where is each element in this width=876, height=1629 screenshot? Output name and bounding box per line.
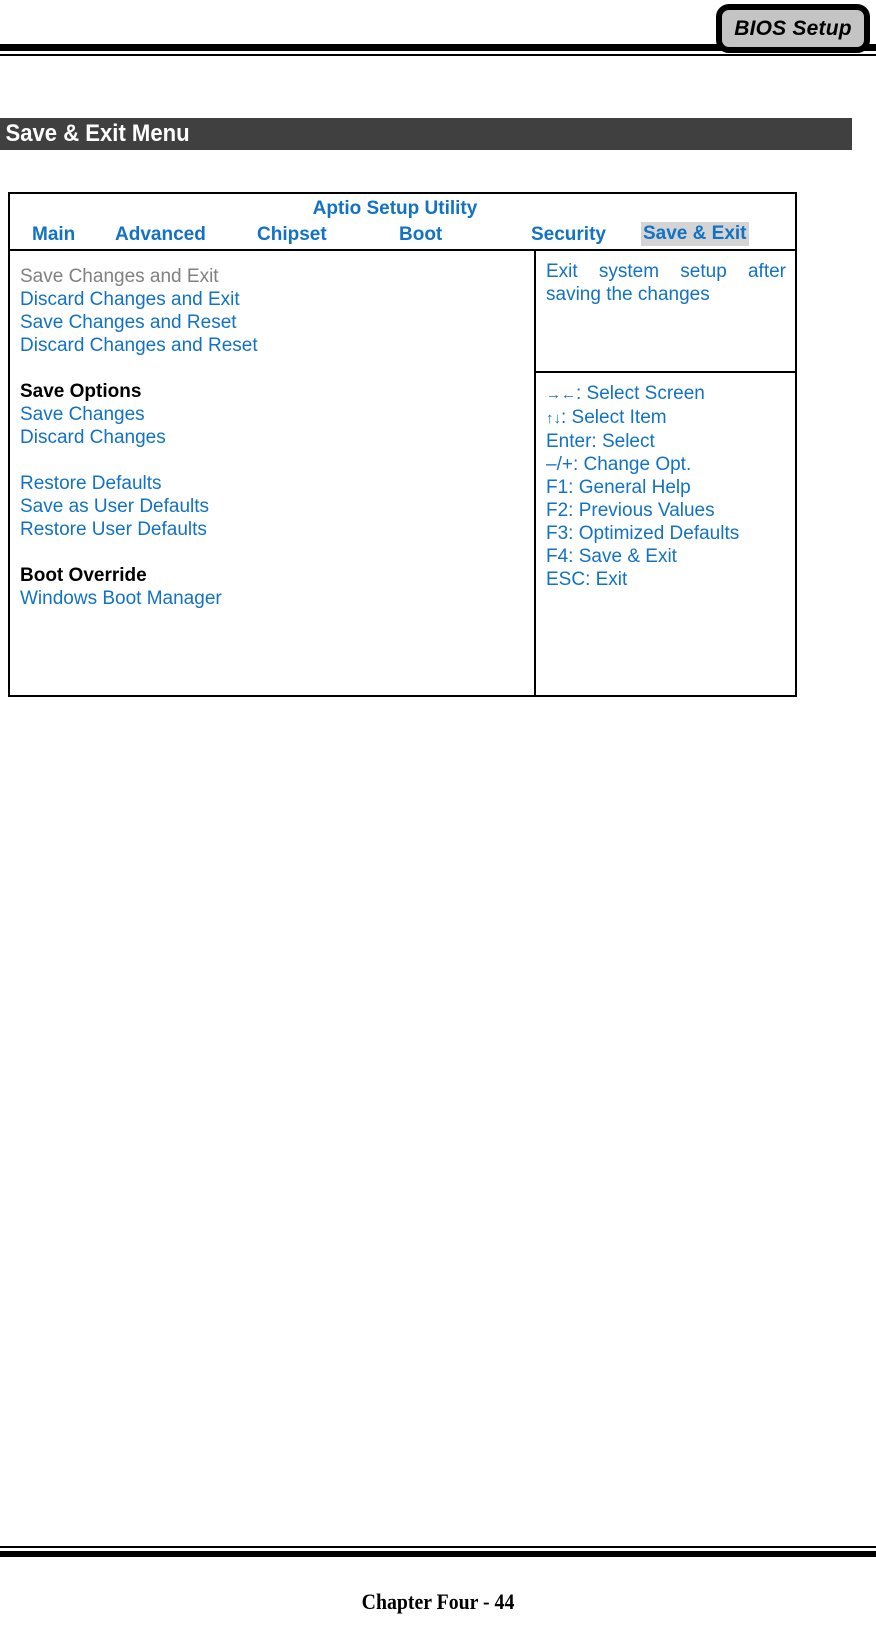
key-legend-line-select-screen: →←: Select Screen xyxy=(546,382,786,406)
menu-spacer xyxy=(20,541,534,564)
menu-item-discard-changes[interactable]: Discard Changes xyxy=(20,426,534,449)
key-legend-text: F1: General Help xyxy=(546,477,691,498)
bios-info-panel: Exit system setup after saving the chang… xyxy=(536,251,795,695)
bios-menu-panel: Save Changes and Exit Discard Changes and… xyxy=(10,251,536,695)
bios-tab-bar: Main Advanced Chipset Boot Security Save & Ex… xyxy=(10,221,795,249)
key-glyph-icon: ↑↓ xyxy=(546,410,561,427)
menu-item-windows-boot-manager[interactable]: Windows Boot Manager xyxy=(20,587,534,610)
key-legend-text: ESC: Exit xyxy=(546,569,628,590)
key-legend-line-change-opt: –/+: Change Opt. xyxy=(546,453,786,476)
key-legend-text: : Select Item xyxy=(561,407,667,428)
bios-key-legend: →←: Select Screen ↑↓: Select Item Enter: S… xyxy=(536,373,795,695)
bios-screen: Aptio Setup Utility Main Advanced Chipset B… xyxy=(8,192,797,697)
menu-group-save-options: Save Options xyxy=(20,381,142,402)
menu-item-save-changes-and-exit[interactable]: Save Changes and Exit xyxy=(20,265,534,288)
menu-item-discard-changes-and-reset[interactable]: Discard Changes and Reset xyxy=(20,334,534,357)
menu-item-restore-defaults[interactable]: Restore Defaults xyxy=(20,472,534,495)
bios-help-box: Exit system setup after saving the chang… xyxy=(536,251,795,373)
menu-spacer xyxy=(20,357,534,380)
key-legend-text: Enter: Select xyxy=(546,431,655,452)
footer-rule-thick xyxy=(0,1551,876,1557)
menu-item-save-changes-and-reset[interactable]: Save Changes and Reset xyxy=(20,311,534,334)
bios-screen-body: Save Changes and Exit Discard Changes and… xyxy=(10,251,795,695)
page-title: Save & Exit Menu xyxy=(5,120,190,147)
key-legend-line-esc-exit: ESC: Exit xyxy=(546,568,786,591)
bios-tab-main[interactable]: Main xyxy=(32,224,75,246)
key-legend-text: –/+: Change Opt. xyxy=(546,454,692,475)
bios-setup-badge-label: BIOS Setup xyxy=(734,16,852,40)
bios-help-text: Exit system setup after saving the chang… xyxy=(546,261,786,305)
key-legend-line-select-item: ↑↓: Select Item xyxy=(546,406,786,430)
bios-tab-security[interactable]: Security xyxy=(531,224,606,246)
key-legend-line-f4-save-exit: F4: Save & Exit xyxy=(546,545,786,568)
header-rule-thin xyxy=(0,54,876,56)
section-title-bar: Save & Exit Menu xyxy=(0,118,852,150)
key-legend-text: F2: Previous Values xyxy=(546,500,715,521)
bios-tab-chipset[interactable]: Chipset xyxy=(257,224,327,246)
menu-item-discard-changes-and-exit[interactable]: Discard Changes and Exit xyxy=(20,288,534,311)
key-legend-line-f3-optimized-defaults: F3: Optimized Defaults xyxy=(546,522,786,545)
key-legend-line-f2-previous-values: F2: Previous Values xyxy=(546,499,786,522)
menu-item-save-changes[interactable]: Save Changes xyxy=(20,403,534,426)
key-legend-line-f1-general-help: F1: General Help xyxy=(546,476,786,499)
key-legend-text: : Select Screen xyxy=(576,383,705,404)
bios-setup-badge: BIOS Setup xyxy=(716,4,870,53)
bios-screen-header: Aptio Setup Utility Main Advanced Chipset B… xyxy=(10,194,795,251)
footer-rule xyxy=(0,1546,876,1557)
menu-item-save-as-user-defaults[interactable]: Save as User Defaults xyxy=(20,495,534,518)
key-legend-line-enter-select: Enter: Select xyxy=(546,430,786,453)
menu-spacer xyxy=(20,449,534,472)
key-legend-text: F4: Save & Exit xyxy=(546,546,677,567)
key-glyph-icon: →← xyxy=(546,386,576,403)
bios-tab-advanced[interactable]: Advanced xyxy=(115,224,206,246)
page-footer: Chapter Four - 44 xyxy=(361,1589,515,1614)
bios-tab-boot[interactable]: Boot xyxy=(399,224,442,246)
menu-item-restore-user-defaults[interactable]: Restore User Defaults xyxy=(20,518,534,541)
bios-utility-title: Aptio Setup Utility xyxy=(312,198,478,219)
menu-group-boot-override: Boot Override xyxy=(20,565,147,586)
bios-tab-save-exit[interactable]: Save & Exit xyxy=(641,222,749,246)
key-legend-text: F3: Optimized Defaults xyxy=(546,523,740,544)
